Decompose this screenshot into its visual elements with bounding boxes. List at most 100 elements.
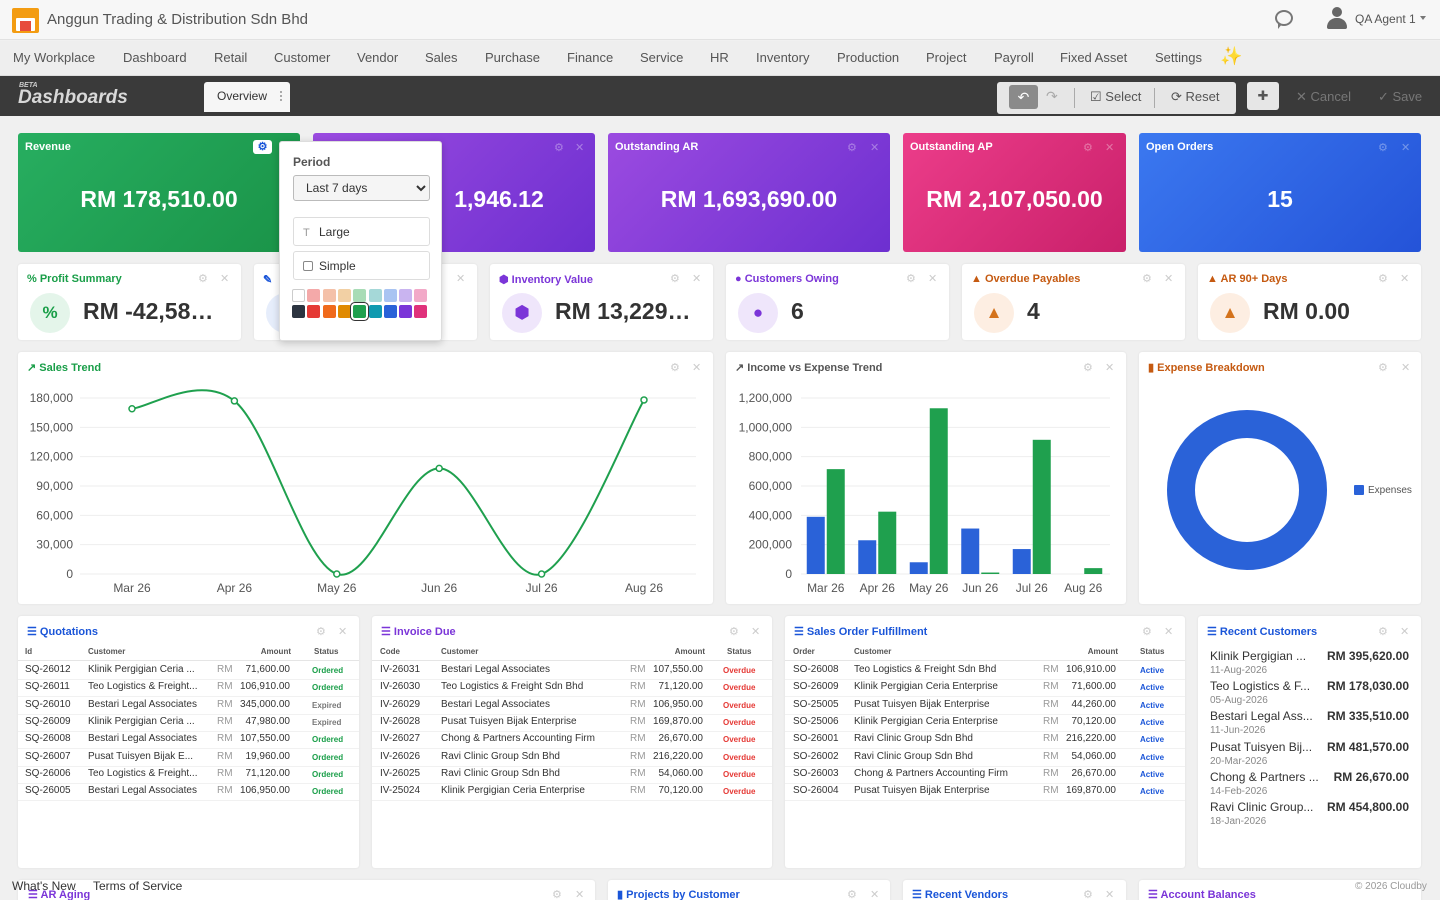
- gear-icon[interactable]: ⚙: [253, 140, 272, 154]
- save-button[interactable]: ✓ Save: [1378, 89, 1422, 105]
- menu-fixed-asset[interactable]: Fixed Asset: [1060, 50, 1127, 65]
- reset-button[interactable]: ⟳ Reset: [1171, 89, 1219, 105]
- chevron-down-icon[interactable]: [1420, 16, 1426, 20]
- widget-expense-breakdown[interactable]: ▮ Expense Breakdown ⚙ ✕ Expenses: [1139, 352, 1421, 604]
- widget-sales-trend[interactable]: ↗ Sales Trend ⚙ ✕ 180,000 150,000 120,000 9…: [18, 352, 713, 604]
- kpi-open-orders[interactable]: Open Orders 15 ⚙ ✕: [1139, 133, 1421, 252]
- close-icon[interactable]: ✕: [1400, 272, 1409, 285]
- menu-project[interactable]: Project: [926, 50, 966, 65]
- color-swatch[interactable]: [307, 305, 321, 318]
- gear-icon[interactable]: ⚙: [847, 141, 857, 154]
- table-row[interactable]: SO-26003 Chong & Partners Accounting Firm…: [785, 768, 1185, 784]
- drag-handle-icon[interactable]: [280, 91, 282, 101]
- kpi-outstanding-ap[interactable]: Outstanding AP RM 2,107,050.00 ⚙ ✕: [903, 133, 1126, 252]
- table-row[interactable]: SO-26008 Teo Logistics & Freight Sdn Bhd R…: [785, 664, 1185, 680]
- widget-quotations[interactable]: ☰ Quotations ⚙ ✕ Id Customer Amount Status S…: [18, 616, 359, 868]
- company-name[interactable]: Anggun Trading & Distribution Sdn Bhd: [47, 11, 308, 28]
- color-swatch[interactable]: [414, 305, 428, 318]
- color-swatch[interactable]: [292, 289, 305, 302]
- table-row[interactable]: IV-25024 Klinik Pergigian Ceria Enterpris…: [372, 785, 772, 802]
- user-name[interactable]: QA Agent 1: [1355, 12, 1416, 26]
- kpi-outstanding-ar[interactable]: Outstanding AR RM 1,693,690.00 ⚙ ✕: [608, 133, 890, 252]
- column-header[interactable]: Amount: [261, 647, 291, 656]
- menu-hr[interactable]: HR: [710, 50, 729, 65]
- menu-purchase[interactable]: Purchase: [485, 50, 540, 65]
- color-swatch[interactable]: [307, 289, 321, 302]
- table-row[interactable]: SO-26009 Klinik Pergigian Ceria Enterpris…: [785, 681, 1185, 698]
- menu-my-workplace[interactable]: My Workplace: [13, 50, 95, 65]
- menu-sales[interactable]: Sales: [425, 50, 458, 65]
- widget-sales-order-fulfillment[interactable]: ☰ Sales Order Fulfillment ⚙ ✕ Order Custo…: [785, 616, 1185, 868]
- table-row[interactable]: SQ-26008 Bestari Legal Associates RM 107,55…: [18, 733, 359, 750]
- list-item[interactable]: Klinik Pergigian ... 11-Aug-2026 RM 395,62…: [1198, 649, 1421, 679]
- add-widget-button[interactable]: ✚: [1247, 82, 1279, 110]
- color-swatch[interactable]: [383, 289, 397, 302]
- column-header[interactable]: Code: [380, 647, 400, 656]
- color-swatch[interactable]: [337, 289, 351, 302]
- column-header[interactable]: Customer: [441, 647, 478, 656]
- list-item[interactable]: Ravi Clinic Group... 18-Jan-2026 RM 454,80…: [1198, 800, 1421, 830]
- close-icon[interactable]: ✕: [1164, 272, 1173, 285]
- tab-overview[interactable]: Overview: [204, 82, 290, 112]
- menu-settings[interactable]: Settings: [1155, 50, 1202, 65]
- table-row[interactable]: SQ-26007 Pusat Tuisyen Bijak E... RM 19,960…: [18, 751, 359, 767]
- menu-inventory[interactable]: Inventory: [756, 50, 809, 65]
- menu-dashboard[interactable]: Dashboard: [123, 50, 187, 65]
- widget-invoice-due[interactable]: ☰ Invoice Due ⚙ ✕ Code Customer Amount Stat…: [372, 616, 772, 868]
- close-icon[interactable]: ✕: [692, 272, 701, 285]
- menu-finance[interactable]: Finance: [567, 50, 613, 65]
- gear-icon[interactable]: ⚙: [906, 272, 916, 285]
- user-icon[interactable]: [1327, 7, 1347, 29]
- color-swatch[interactable]: [337, 305, 351, 318]
- column-header[interactable]: Status: [727, 647, 751, 656]
- close-icon[interactable]: ✕: [220, 272, 229, 285]
- table-row[interactable]: SO-25005 Pusat Tuisyen Bijak Enterprise RM…: [785, 699, 1185, 715]
- gear-icon[interactable]: ⚙: [1142, 272, 1152, 285]
- table-row[interactable]: IV-26029 Bestari Legal Associates RM 106,95…: [372, 699, 772, 715]
- close-icon[interactable]: ✕: [1401, 141, 1410, 154]
- close-icon[interactable]: ✕: [456, 272, 465, 285]
- terms-link[interactable]: Terms of Service: [93, 879, 182, 893]
- menu-payroll[interactable]: Payroll: [994, 50, 1034, 65]
- column-header[interactable]: Amount: [675, 647, 705, 656]
- widget-customers-owing[interactable]: ● Customers Owing ⚙ ✕ ● 6: [726, 264, 949, 340]
- size-option-large[interactable]: T Large: [293, 217, 430, 246]
- close-icon[interactable]: ✕: [928, 272, 937, 285]
- table-row[interactable]: SQ-26006 Teo Logistics & Freight... RM 71,1…: [18, 768, 359, 784]
- select-button[interactable]: ☑ Select: [1090, 89, 1141, 105]
- company-logo[interactable]: [12, 8, 39, 33]
- table-row[interactable]: IV-26026 Ravi Clinic Group Sdn Bhd RM 216,2…: [372, 751, 772, 767]
- menu-production[interactable]: Production: [837, 50, 899, 65]
- gear-icon[interactable]: ⚙: [1083, 141, 1093, 154]
- checkbox[interactable]: [303, 261, 313, 271]
- table-row[interactable]: SO-26002 Ravi Clinic Group Sdn Bhd RM 54,06…: [785, 751, 1185, 767]
- undo-icon[interactable]: ↶: [1009, 85, 1038, 109]
- table-row[interactable]: SQ-26012 Klinik Pergigian Ceria ... RM 71,6…: [18, 664, 359, 680]
- color-swatch[interactable]: [353, 305, 367, 318]
- list-item[interactable]: Teo Logistics & F... 05-Aug-2026 RM 178,03…: [1198, 679, 1421, 709]
- widget-projects-by-customer[interactable]: ▮ Projects by Customer ⚙ ✕: [608, 880, 890, 900]
- gear-icon[interactable]: ⚙: [670, 272, 680, 285]
- gear-icon[interactable]: ⚙: [554, 141, 564, 154]
- color-swatch[interactable]: [322, 289, 336, 302]
- column-header[interactable]: Status: [314, 647, 338, 656]
- cancel-button[interactable]: ✕ Cancel: [1296, 89, 1351, 105]
- column-header[interactable]: Status: [1140, 647, 1164, 656]
- widget-recent-customers[interactable]: ☰ Recent Customers ⚙ ✕ Klinik Pergigian …: [1198, 616, 1421, 868]
- table-row[interactable]: SQ-26011 Teo Logistics & Freight... RM 106,…: [18, 681, 359, 698]
- sparkle-icon[interactable]: ✨: [1220, 46, 1242, 67]
- widget-recent-vendors[interactable]: ☰ Recent Vendors ⚙ ✕: [903, 880, 1126, 900]
- widget-income-expense[interactable]: ↗ Income vs Expense Trend ⚙ ✕ 1,200,000 1…: [726, 352, 1126, 604]
- color-swatch[interactable]: [368, 289, 382, 302]
- table-row[interactable]: IV-26027 Chong & Partners Accounting Firm…: [372, 733, 772, 750]
- color-swatch[interactable]: [353, 289, 367, 302]
- color-swatch[interactable]: [292, 305, 305, 318]
- table-row[interactable]: IV-26025 Ravi Clinic Group Sdn Bhd RM 54,06…: [372, 768, 772, 784]
- menu-customer[interactable]: Customer: [274, 50, 330, 65]
- close-icon[interactable]: ✕: [1105, 888, 1114, 900]
- close-icon[interactable]: ✕: [1105, 141, 1114, 154]
- gear-icon[interactable]: ⚙: [1378, 272, 1388, 285]
- gear-icon[interactable]: ⚙: [1378, 141, 1388, 154]
- close-icon[interactable]: ✕: [575, 888, 584, 900]
- table-row[interactable]: SO-26004 Pusat Tuisyen Bijak Enterprise RM…: [785, 785, 1185, 802]
